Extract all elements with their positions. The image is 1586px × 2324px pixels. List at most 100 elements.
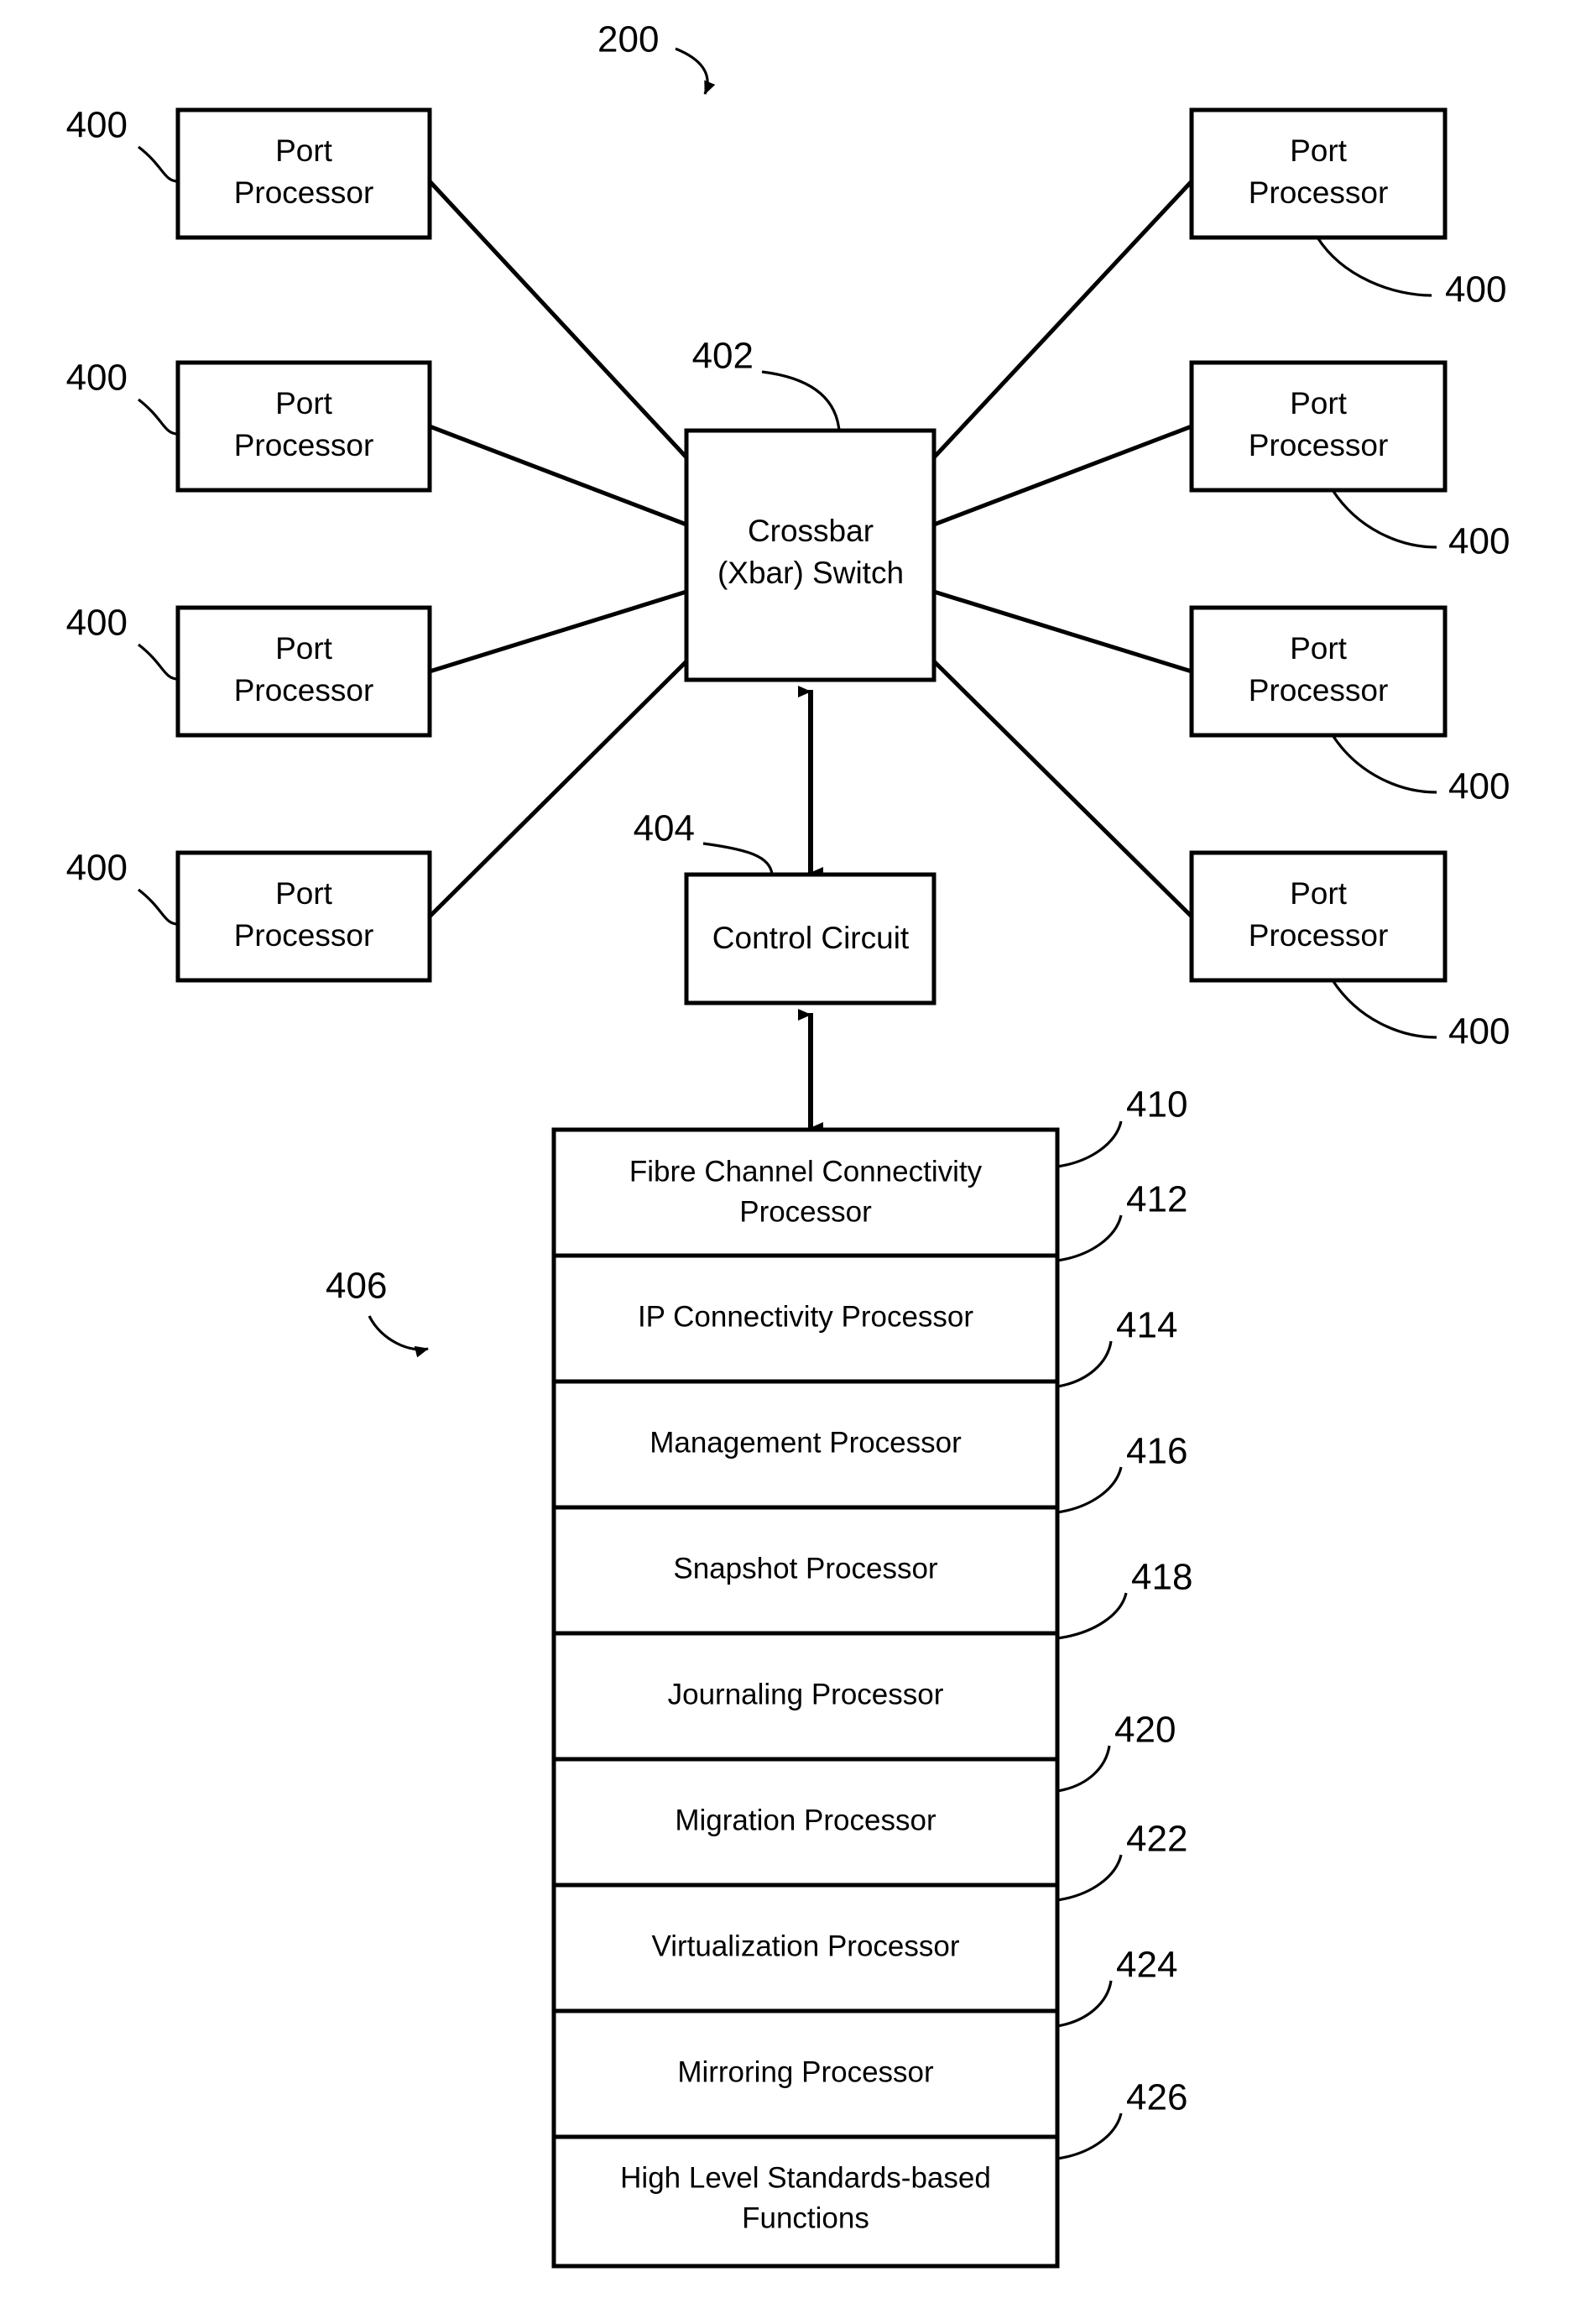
port-processor-label-line2: Processor: [234, 428, 374, 462]
leader-line-418: [1056, 1592, 1128, 1640]
port-processor-label-line2: Processor: [234, 673, 374, 708]
port-processor-label-line2: Processor: [1249, 175, 1389, 210]
left-port-processor-3[interactable]: Port Processor 400: [66, 603, 432, 738]
reference-number-400: 400: [66, 358, 128, 399]
reference-number-402: 402: [692, 336, 754, 377]
left-port-processor-4[interactable]: Port Processor 400: [66, 848, 432, 983]
figure-canvas: Port Processor 400 Port Processor 400 Po…: [66, 19, 1510, 2269]
leader-line-416: [1056, 1466, 1123, 1514]
control-circuit[interactable]: Control Circuit 404: [634, 808, 936, 1005]
left-port-processor-2[interactable]: Port Processor 400: [66, 358, 432, 493]
link-right-pp-3: [933, 589, 1192, 674]
figure-reference: 200: [597, 19, 716, 95]
leader-line-400: [138, 145, 179, 183]
reference-number-424: 424: [1116, 1945, 1177, 1986]
port-processor-label-line2: Processor: [234, 918, 374, 953]
processor-stack: Fibre Channel Connectivity Processor 410…: [326, 1084, 1192, 2269]
port-processor-label-line1: Port: [275, 876, 333, 911]
leader-line-426: [1056, 2112, 1123, 2160]
port-processor-label-line1: Port: [1290, 631, 1348, 666]
port-processor-box[interactable]: [175, 360, 432, 493]
port-processor-box[interactable]: [1189, 850, 1448, 983]
stack-row-fibre-channel-connectivity-processor[interactable]: Fibre Channel Connectivity Processor 410: [551, 1084, 1187, 1258]
port-processor-label-line1: Port: [275, 386, 333, 420]
port-processor-label-line1: Port: [275, 631, 333, 666]
reference-number-400: 400: [1448, 1011, 1510, 1052]
link-left-pp-1: [428, 180, 688, 459]
reference-number-426: 426: [1126, 2077, 1187, 2118]
link-right-pp-1: [932, 180, 1193, 459]
port-processor-box[interactable]: [1189, 107, 1448, 240]
leader-line-400: [138, 398, 179, 436]
reference-number-400: 400: [1448, 521, 1510, 562]
port-processor-box[interactable]: [1189, 605, 1448, 738]
crossbar-switch[interactable]: Crossbar (Xbar) Switch 402: [684, 336, 936, 682]
leader-line-420: [1056, 1745, 1111, 1793]
crossbar-label-line1: Crossbar: [748, 514, 874, 548]
port-processor-box[interactable]: [175, 850, 432, 983]
port-processor-label-line2: Processor: [234, 175, 374, 210]
port-processor-box[interactable]: [1189, 360, 1448, 493]
stack-row-label-line1: Mirroring Processor: [677, 2055, 934, 2088]
link-left-pp-4: [428, 660, 688, 918]
reference-number-412: 412: [1126, 1179, 1187, 1220]
port-processor-label-line1: Port: [1290, 876, 1348, 911]
reference-number-404: 404: [634, 808, 695, 849]
right-port-processor-3[interactable]: Port Processor 400: [1189, 605, 1510, 807]
port-processor-label-line2: Processor: [1249, 673, 1389, 708]
leader-line-400: [138, 643, 179, 681]
stack-row-label-line2: Functions: [742, 2201, 869, 2234]
control-circuit-label: Control Circuit: [712, 921, 910, 955]
reference-number-422: 422: [1126, 1819, 1187, 1860]
stack-row-label-line1: Migration Processor: [675, 1804, 936, 1836]
stack-row-label-line1: Snapshot Processor: [673, 1552, 938, 1585]
leader-line-400: [1331, 979, 1437, 1039]
right-port-processor-1[interactable]: Port Processor 400: [1189, 107, 1506, 311]
leader-line-400: [1331, 489, 1437, 549]
leader-line-414: [1056, 1340, 1113, 1388]
stack-row-label-line1: Virtualization Processor: [651, 1930, 959, 1962]
reference-number-410: 410: [1126, 1084, 1187, 1125]
stack-row-box[interactable]: [551, 1127, 1060, 1258]
leader-arrow-406: [368, 1315, 429, 1358]
reference-number-406: 406: [326, 1266, 387, 1307]
reference-number-400: 400: [1445, 269, 1506, 311]
reference-number-400: 400: [66, 848, 128, 889]
stack-row-label-line1: Journaling Processor: [668, 1678, 944, 1710]
leader-line-424: [1056, 1980, 1113, 2028]
port-processor-label-line1: Port: [275, 133, 333, 168]
leader-line-410: [1056, 1120, 1123, 1168]
leader-line-402: [761, 370, 841, 431]
leader-line-400: [1316, 237, 1432, 297]
reference-number-200: 200: [597, 19, 659, 60]
port-processor-label-line2: Processor: [1249, 428, 1389, 462]
link-left-pp-3: [429, 589, 687, 674]
port-processor-box[interactable]: [175, 605, 432, 738]
port-processor-label-line1: Port: [1290, 386, 1348, 420]
right-port-processor-4[interactable]: Port Processor 400: [1189, 850, 1510, 1052]
stack-row-label-line1: High Level Standards-based: [620, 2161, 991, 2194]
reference-number-400: 400: [66, 603, 128, 644]
reference-number-400: 400: [66, 105, 128, 146]
stack-row-label-line1: Management Processor: [650, 1426, 962, 1459]
leader-line-412: [1056, 1214, 1123, 1262]
reference-number-416: 416: [1126, 1431, 1187, 1472]
stack-row-label-line1: IP Connectivity Processor: [638, 1300, 973, 1333]
link-right-pp-4: [932, 660, 1193, 918]
leader-line-400: [138, 888, 179, 926]
link-left-pp-2: [429, 424, 687, 527]
reference-number-418: 418: [1131, 1557, 1192, 1598]
link-right-pp-2: [933, 424, 1192, 527]
patent-figure-page: Port Processor 400 Port Processor 400 Po…: [0, 0, 1586, 2324]
reference-number-400: 400: [1448, 766, 1510, 807]
right-port-processor-2[interactable]: Port Processor 400: [1189, 360, 1510, 562]
reference-number-420: 420: [1114, 1710, 1176, 1751]
stack-row-label-line2: Processor: [739, 1195, 872, 1228]
leader-line-400: [1331, 734, 1437, 794]
stack-row-label-line1: Fibre Channel Connectivity: [629, 1155, 983, 1188]
left-port-processor-1[interactable]: Port Processor 400: [66, 105, 432, 240]
reference-number-414: 414: [1116, 1305, 1177, 1346]
processor-stack-reference: 406: [326, 1266, 429, 1358]
port-processor-box[interactable]: [175, 107, 432, 240]
leader-arrow-200: [675, 47, 716, 95]
